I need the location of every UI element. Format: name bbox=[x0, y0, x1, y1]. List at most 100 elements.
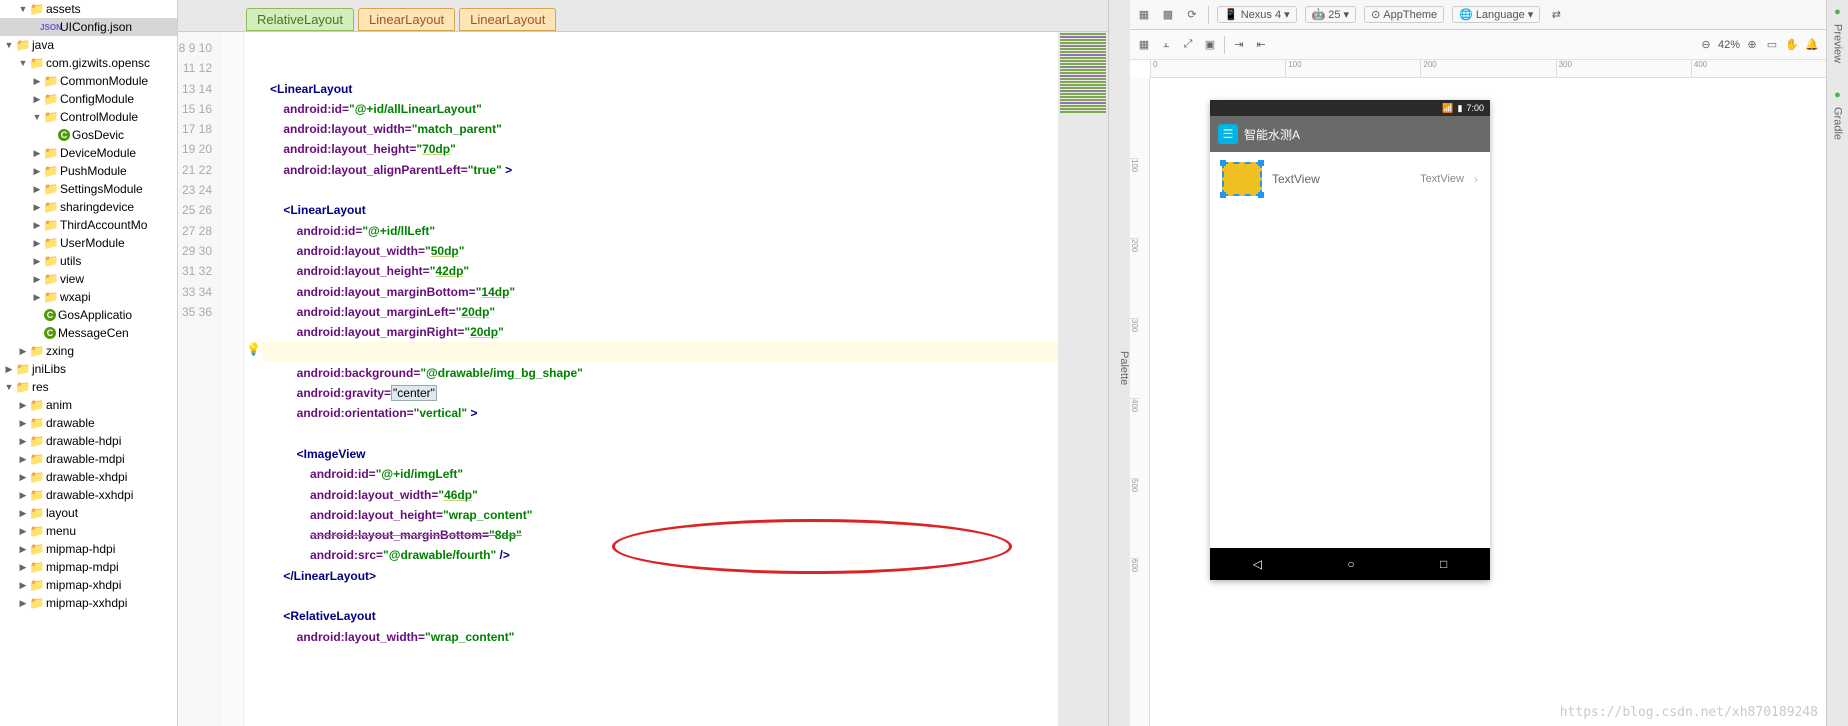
tree-item[interactable]: ▶📁menu bbox=[0, 522, 177, 540]
code-editor[interactable]: 8 9 10 11 12 13 14 15 16 17 18 19 20 21 … bbox=[178, 32, 1108, 726]
preview-tab[interactable]: Preview bbox=[1832, 24, 1844, 63]
design-canvas[interactable]: 0100200300400 100200300400500600 📶 ▮ 7:0… bbox=[1130, 60, 1826, 726]
api-selector[interactable]: 🤖 25 ▾ bbox=[1305, 6, 1356, 23]
gradle-tab[interactable]: Gradle bbox=[1832, 107, 1844, 140]
chevron-right-icon: › bbox=[1474, 172, 1478, 186]
code-content[interactable]: <LinearLayout android:id="@+id/allLinear… bbox=[262, 32, 1108, 726]
tree-item[interactable]: ▶📁CommonModule bbox=[0, 72, 177, 90]
language-selector[interactable]: 🌐 Language ▾ bbox=[1452, 6, 1540, 23]
tree-item-label: assets bbox=[46, 2, 81, 16]
tree-item-label: drawable-xhdpi bbox=[46, 470, 127, 484]
pan-icon[interactable]: ✋ bbox=[1784, 37, 1800, 53]
zoom-in-icon[interactable]: ⊕ bbox=[1744, 37, 1760, 53]
folder-icon: 📁 bbox=[30, 596, 44, 610]
tree-item[interactable]: ▼📁java bbox=[0, 36, 177, 54]
palette-strip[interactable]: Palette bbox=[1108, 0, 1130, 726]
folder-icon: 📁 bbox=[30, 488, 44, 502]
breadcrumb-tab[interactable]: LinearLayout bbox=[459, 8, 556, 31]
folder-icon: 📁 bbox=[44, 290, 58, 304]
folder-icon: 📁 bbox=[30, 560, 44, 574]
unpack-icon[interactable]: ⇤ bbox=[1253, 37, 1269, 53]
selected-imageview[interactable] bbox=[1222, 162, 1262, 196]
tree-item[interactable]: CGosDevic bbox=[0, 126, 177, 144]
orientation-icon[interactable]: ⟳ bbox=[1184, 7, 1200, 23]
tree-item[interactable]: ▶📁mipmap-mdpi bbox=[0, 558, 177, 576]
config-icon[interactable]: ⇄ bbox=[1548, 7, 1564, 23]
fold-column[interactable] bbox=[222, 32, 244, 726]
tree-item-label: drawable-mdpi bbox=[46, 452, 125, 466]
breadcrumb-tab[interactable]: RelativeLayout bbox=[246, 8, 354, 31]
tree-item[interactable]: ▶📁mipmap-hdpi bbox=[0, 540, 177, 558]
grid-icon[interactable]: ▦ bbox=[1136, 37, 1152, 53]
tree-item[interactable]: ▶📁drawable-hdpi bbox=[0, 432, 177, 450]
tree-item[interactable]: ▼📁res bbox=[0, 378, 177, 396]
tree-item[interactable]: ▶📁PushModule bbox=[0, 162, 177, 180]
nav-bar: ◁ ○ □ bbox=[1210, 548, 1490, 580]
minimap[interactable] bbox=[1058, 32, 1108, 726]
tree-item[interactable]: ▶📁anim bbox=[0, 396, 177, 414]
pack-icon[interactable]: ⇥ bbox=[1231, 37, 1247, 53]
expand-icon[interactable]: ⤢ bbox=[1180, 37, 1196, 53]
tree-item[interactable]: ▶📁jniLibs bbox=[0, 360, 177, 378]
tree-item[interactable]: ▶📁UserModule bbox=[0, 234, 177, 252]
tree-item[interactable]: ▶📁drawable bbox=[0, 414, 177, 432]
right-tool-strip: ● Preview ● Gradle bbox=[1826, 0, 1848, 726]
view-mode-icon[interactable]: ▦ bbox=[1136, 7, 1152, 23]
editor-area: RelativeLayoutLinearLayoutLinearLayout 8… bbox=[178, 0, 1108, 726]
back-icon[interactable]: ◁ bbox=[1253, 557, 1262, 571]
device-frame[interactable]: 📶 ▮ 7:00 ☰ 智能水测A TextView TextView › bbox=[1210, 100, 1490, 580]
tree-item-label: ControlModule bbox=[60, 110, 138, 124]
tree-item-label: SettingsModule bbox=[60, 182, 143, 196]
margins-icon[interactable]: ▣ bbox=[1202, 37, 1218, 53]
tree-item[interactable]: ▶📁mipmap-xhdpi bbox=[0, 576, 177, 594]
folder-icon: 📁 bbox=[30, 542, 44, 556]
tree-item-label: GosDevic bbox=[72, 128, 124, 142]
theme-selector[interactable]: ⊙ AppTheme bbox=[1364, 6, 1444, 23]
tree-item-label: res bbox=[32, 380, 49, 394]
breadcrumb-tab[interactable]: LinearLayout bbox=[358, 8, 455, 31]
tree-item[interactable]: ▼📁assets bbox=[0, 0, 177, 18]
tree-item[interactable]: ▶📁SettingsModule bbox=[0, 180, 177, 198]
align-icon[interactable]: ⫠ bbox=[1158, 37, 1174, 53]
project-tree[interactable]: ▼📁assetsJSONUIConfig.json▼📁java▼📁com.giz… bbox=[0, 0, 178, 726]
preview-tab-icon[interactable]: ● bbox=[1834, 6, 1841, 18]
folder-icon: 📁 bbox=[44, 272, 58, 286]
tree-item[interactable]: CMessageCen bbox=[0, 324, 177, 342]
notification-icon[interactable]: 🔔 bbox=[1804, 37, 1820, 53]
tree-item-label: wxapi bbox=[60, 290, 91, 304]
tree-item[interactable]: ▶📁sharingdevice bbox=[0, 198, 177, 216]
gradle-tab-icon[interactable]: ● bbox=[1834, 89, 1841, 101]
recents-icon[interactable]: □ bbox=[1440, 557, 1447, 571]
tree-item[interactable]: ▶📁drawable-xhdpi bbox=[0, 468, 177, 486]
tree-item-label: mipmap-mdpi bbox=[46, 560, 119, 574]
tree-item[interactable]: CGosApplicatio bbox=[0, 306, 177, 324]
tree-item[interactable]: ▶📁drawable-xxhdpi bbox=[0, 486, 177, 504]
tree-item[interactable]: JSONUIConfig.json bbox=[0, 18, 177, 36]
zoom-out-icon[interactable]: ⊖ bbox=[1698, 37, 1714, 53]
home-icon[interactable]: ○ bbox=[1347, 557, 1354, 571]
tree-item-label: view bbox=[60, 272, 84, 286]
tree-item-label: zxing bbox=[46, 344, 74, 358]
tree-item[interactable]: ▶📁drawable-mdpi bbox=[0, 450, 177, 468]
list-item[interactable]: TextView TextView › bbox=[1210, 152, 1490, 206]
zoom-level: 42% bbox=[1718, 39, 1740, 51]
tree-item[interactable]: ▶📁layout bbox=[0, 504, 177, 522]
blueprint-icon[interactable]: ▩ bbox=[1160, 7, 1176, 23]
tree-item[interactable]: ▶📁ThirdAccountMo bbox=[0, 216, 177, 234]
tree-item[interactable]: ▶📁zxing bbox=[0, 342, 177, 360]
folder-icon: 📁 bbox=[16, 380, 30, 394]
icon-column: 💡 bbox=[244, 32, 262, 726]
zoom-fit-icon[interactable]: ▭ bbox=[1764, 37, 1780, 53]
tree-item[interactable]: ▶📁DeviceModule bbox=[0, 144, 177, 162]
tree-item[interactable]: ▼📁com.gizwits.opensc bbox=[0, 54, 177, 72]
tree-item[interactable]: ▼📁ControlModule bbox=[0, 108, 177, 126]
tree-item[interactable]: ▶📁ConfigModule bbox=[0, 90, 177, 108]
tree-item[interactable]: ▶📁wxapi bbox=[0, 288, 177, 306]
tree-item[interactable]: ▶📁utils bbox=[0, 252, 177, 270]
tree-item[interactable]: ▶📁view bbox=[0, 270, 177, 288]
tree-item-label: mipmap-xxhdpi bbox=[46, 596, 127, 610]
tree-item[interactable]: ▶📁mipmap-xxhdpi bbox=[0, 594, 177, 612]
folder-icon: 📁 bbox=[44, 236, 58, 250]
device-selector[interactable]: 📱 Nexus 4 ▾ bbox=[1217, 6, 1297, 23]
lightbulb-icon[interactable]: 💡 bbox=[246, 342, 261, 356]
